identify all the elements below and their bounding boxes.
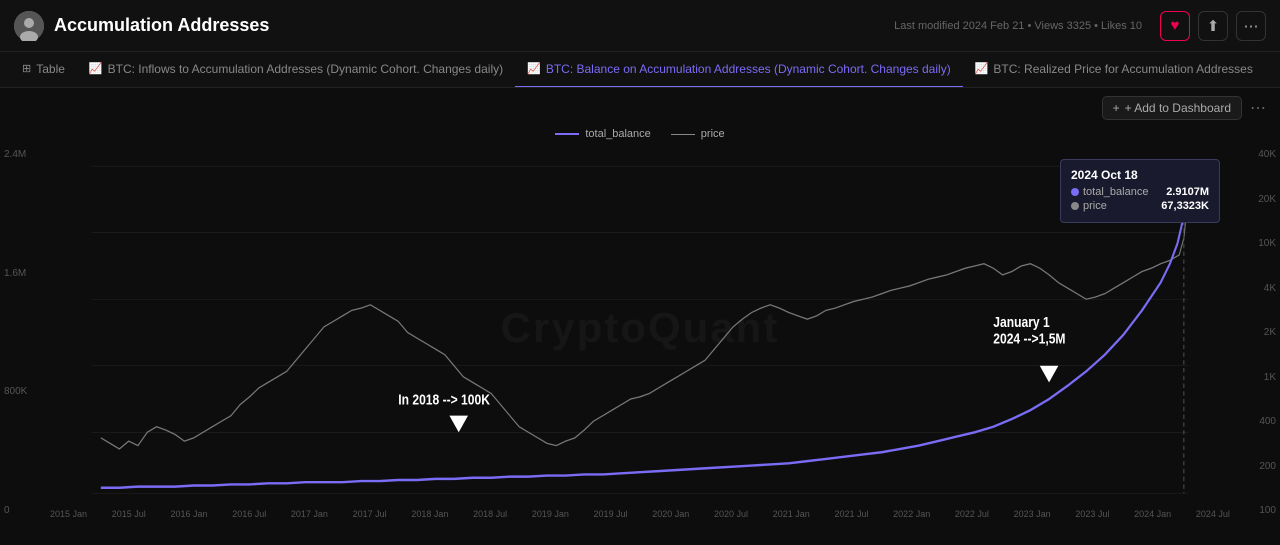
x-axis: 2015 Jan 2015 Jul 2016 Jan 2016 Jul 2017… [0, 507, 1280, 521]
tab-realized[interactable]: 📈 BTC: Realized Price for Accumulation A… [963, 52, 1265, 88]
tooltip-price-value: 67,3323K [1161, 200, 1209, 212]
x-label-2020jan: 2020 Jan [652, 509, 689, 519]
x-label-2021jul: 2021 Jul [834, 509, 868, 519]
heart-button[interactable]: ♥ [1160, 11, 1190, 41]
chart-legend: total_balance price [0, 128, 1280, 140]
price-line-icon [671, 134, 695, 135]
tooltip-date: 2024 Oct 18 [1071, 168, 1209, 182]
total-balance-line-icon [555, 133, 579, 135]
avatar [14, 11, 44, 41]
x-label-2018jul: 2018 Jul [473, 509, 507, 519]
tooltip-price-dot [1071, 202, 1079, 210]
legend-price-label: price [701, 128, 725, 140]
x-label-2024jan: 2024 Jan [1134, 509, 1171, 519]
header: Accumulation Addresses Last modified 202… [0, 0, 1280, 52]
tab-balance[interactable]: 📈 BTC: Balance on Accumulation Addresses… [515, 52, 963, 88]
chart-more-button[interactable]: ⋯ [1250, 98, 1266, 118]
table-icon: ⊞ [22, 62, 31, 75]
x-label-2022jan: 2022 Jan [893, 509, 930, 519]
tooltip-row-price: price 67,3323K [1071, 200, 1209, 212]
x-label-2017jul: 2017 Jul [353, 509, 387, 519]
chart-topbar: + + Add to Dashboard ⋯ [0, 88, 1280, 128]
add-dashboard-label: + Add to Dashboard [1125, 101, 1231, 115]
tooltip-price-label: price [1083, 200, 1107, 212]
tab-realized-label: BTC: Realized Price for Accumulation Add… [993, 62, 1252, 76]
x-label-2017jan: 2017 Jan [291, 509, 328, 519]
tooltip-balance-value: 2.9107M [1166, 186, 1209, 198]
chart-container: + + Add to Dashboard ⋯ total_balance pri… [0, 88, 1280, 545]
annotation-2018-arrow [449, 416, 468, 433]
x-label-2016jul: 2016 Jul [232, 509, 266, 519]
header-right: Last modified 2024 Feb 21 • Views 3325 •… [894, 11, 1266, 41]
tab-inflows[interactable]: 📈 BTC: Inflows to Accumulation Addresses… [77, 52, 515, 88]
tab-table-label: Table [36, 62, 65, 76]
x-label-2020jul: 2020 Jul [714, 509, 748, 519]
tooltip: 2024 Oct 18 total_balance 2.9107M price … [1060, 159, 1220, 223]
add-dashboard-button[interactable]: + + Add to Dashboard [1102, 96, 1242, 120]
page-title: Accumulation Addresses [54, 15, 269, 36]
annotation-2024-line2: 2024 -->1,5M [993, 331, 1065, 347]
inflows-chart-icon: 📈 [89, 62, 103, 75]
tooltip-balance-dot [1071, 188, 1079, 196]
x-label-2023jan: 2023 Jan [1014, 509, 1051, 519]
header-left: Accumulation Addresses [14, 11, 269, 41]
legend-total-balance-label: total_balance [585, 128, 650, 140]
tab-balance-label: BTC: Balance on Accumulation Addresses (… [546, 62, 951, 76]
legend-price: price [671, 128, 725, 140]
tooltip-row-balance: total_balance 2.9107M [1071, 186, 1209, 198]
x-label-2018jan: 2018 Jan [411, 509, 448, 519]
balance-chart-icon: 📈 [527, 62, 541, 75]
more-options-button[interactable]: ⋯ [1236, 11, 1266, 41]
chart-area[interactable]: CryptoQuant 2.4M 1.6M 800K 0 40K 20K 10K… [0, 144, 1280, 521]
x-label-2015jan: 2015 Jan [50, 509, 87, 519]
header-meta: Last modified 2024 Feb 21 • Views 3325 •… [894, 20, 1142, 32]
x-label-2019jul: 2019 Jul [594, 509, 628, 519]
tooltip-balance-label: total_balance [1083, 186, 1148, 198]
annotation-2018-text: In 2018 --> 100K [398, 392, 490, 408]
x-label-2023jul: 2023 Jul [1075, 509, 1109, 519]
tab-inflows-label: BTC: Inflows to Accumulation Addresses (… [108, 62, 504, 76]
annotation-2024-arrow [1040, 366, 1059, 383]
x-label-2019jan: 2019 Jan [532, 509, 569, 519]
share-button[interactable]: ⬆ [1198, 11, 1228, 41]
tab-bar: ⊞ Table 📈 BTC: Inflows to Accumulation A… [0, 52, 1280, 88]
x-label-2021jan: 2021 Jan [773, 509, 810, 519]
plus-icon: + [1113, 101, 1120, 115]
x-label-2022jul: 2022 Jul [955, 509, 989, 519]
x-label-2015jul: 2015 Jul [112, 509, 146, 519]
legend-total-balance: total_balance [555, 128, 650, 140]
tab-table[interactable]: ⊞ Table [10, 52, 77, 88]
annotation-2024-line1: January 1 [993, 314, 1050, 330]
x-label-2024jul: 2024 Jul [1196, 509, 1230, 519]
x-label-2016jan: 2016 Jan [170, 509, 207, 519]
realized-chart-icon: 📈 [975, 62, 989, 75]
